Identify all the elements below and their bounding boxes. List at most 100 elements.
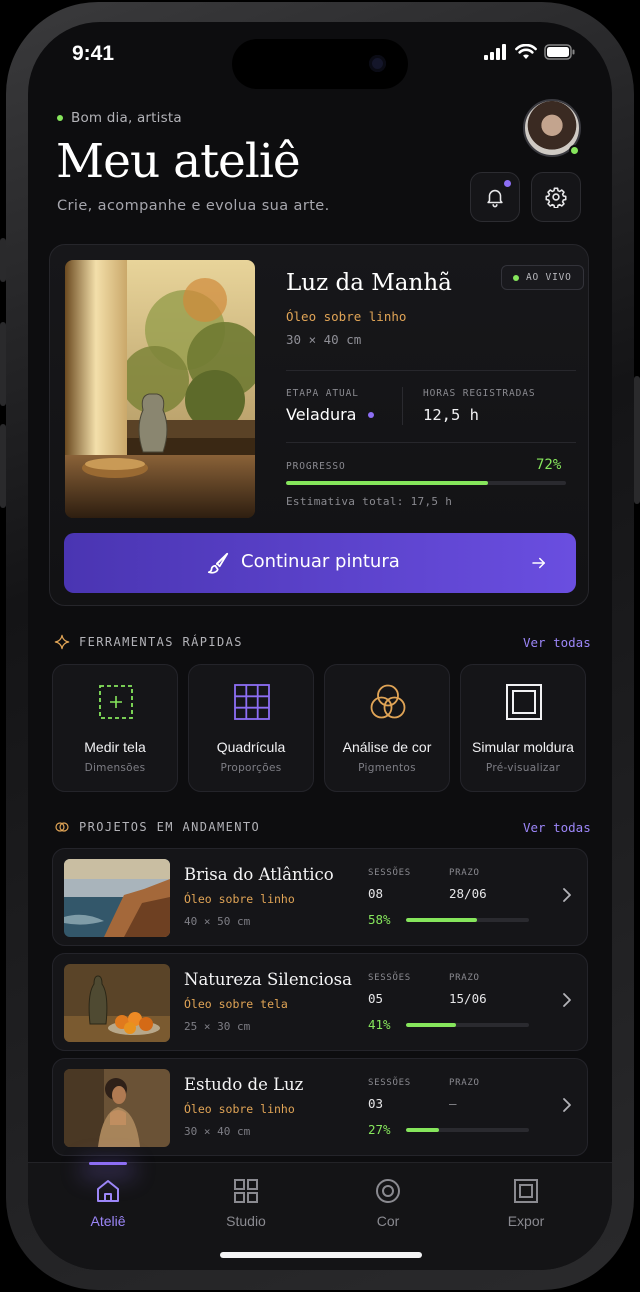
continue-painting-button[interactable]: Continuar pintura <box>64 533 576 593</box>
gear-icon <box>545 187 567 208</box>
notification-dot <box>504 180 511 187</box>
active-tab-indicator <box>89 1162 127 1165</box>
chevron-right-icon <box>563 888 571 902</box>
deadline-label: PRAZO <box>449 973 480 983</box>
divider <box>286 370 576 371</box>
progress-label: PROGRESSO <box>286 461 346 472</box>
current-painting-size: 30 × 40 cm <box>286 332 362 347</box>
projects-see-all-link[interactable]: Ver todas <box>523 820 591 835</box>
home-indicator[interactable] <box>220 1252 422 1258</box>
tab-studio[interactable]: Studio <box>196 1177 296 1229</box>
status-time: 9:41 <box>72 42 115 65</box>
greeting: Bom dia, artista <box>57 110 182 126</box>
deadline-value: 28/06 <box>449 886 487 901</box>
volume-down-button <box>0 424 6 508</box>
tool-subtitle: Dimensões <box>84 762 146 774</box>
action-button <box>0 238 6 282</box>
project-progress-value: 27% <box>368 1122 391 1137</box>
project-thumbnail <box>64 859 170 937</box>
project-card-natureza-silenciosa[interactable]: Natureza Silenciosa Óleo sobre tela 25 ×… <box>52 953 588 1051</box>
divider <box>286 442 576 443</box>
deadline-value: — <box>449 1096 457 1111</box>
project-progress-value: 58% <box>368 912 391 927</box>
projects-section-heading: PROJETOS EM ANDAMENTO <box>54 819 260 835</box>
sessions-value: 03 <box>368 1096 384 1111</box>
stage-dot <box>368 411 375 418</box>
stage-label: ETAPA ATUAL <box>286 388 359 399</box>
project-medium: Óleo sobre tela <box>184 997 288 1011</box>
power-button <box>634 376 640 504</box>
page-subtitle: Crie, acompanhe e evolua sua arte. <box>57 198 330 214</box>
tool-measure-canvas[interactable]: Medir tela Dimensões <box>52 664 178 792</box>
deadline-value: 15/06 <box>449 991 487 1006</box>
current-painting-medium: Óleo sobre linho <box>286 309 407 324</box>
settings-button[interactable] <box>531 172 581 222</box>
tools-section-heading: FERRAMENTAS RÁPIDAS <box>54 634 243 650</box>
sessions-label: SESSÕES <box>368 1078 411 1088</box>
camera-icon <box>369 55 386 72</box>
project-title: Natureza Silenciosa <box>184 970 352 989</box>
sessions-value: 05 <box>368 991 384 1006</box>
project-card-brisa-do-atlantico[interactable]: Brisa do Atlântico Óleo sobre linho 40 ×… <box>52 848 588 946</box>
avatar-status-dot <box>569 145 580 156</box>
sessions-label: SESSÕES <box>368 973 411 983</box>
tab-cor[interactable]: Cor <box>338 1177 438 1229</box>
sparkle-icon <box>54 634 70 650</box>
bell-icon <box>487 189 503 208</box>
projects-section-title: PROJETOS EM ANDAMENTO <box>79 820 261 834</box>
divider-vertical <box>402 387 403 425</box>
tool-subtitle: Pigmentos <box>358 762 416 774</box>
project-progress-value: 41% <box>368 1017 391 1032</box>
tool-title: Medir tela <box>84 739 146 755</box>
deadline-label: PRAZO <box>449 1078 480 1088</box>
volume-up-button <box>0 322 6 406</box>
chevron-right-icon <box>563 993 571 1007</box>
project-size: 40 × 50 cm <box>184 915 251 928</box>
tool-frame-simulation[interactable]: Simular moldura Pré-visualizar <box>460 664 586 792</box>
grid-squares-icon <box>234 1179 258 1203</box>
tool-title: Análise de cor <box>342 739 432 755</box>
continue-painting-label: Continuar pintura <box>241 551 400 572</box>
tab-label: Studio <box>226 1213 266 1229</box>
notifications-button[interactable] <box>470 172 520 222</box>
deadline-label: PRAZO <box>449 868 480 878</box>
sessions-label: SESSÕES <box>368 868 411 878</box>
project-size: 30 × 40 cm <box>184 1125 251 1138</box>
tools-section-title: FERRAMENTAS RÁPIDAS <box>79 635 243 649</box>
current-painting-card: Luz da Manhã AO VIVO Óleo sobre linho 30… <box>49 244 589 606</box>
tools-see-all-link[interactable]: Ver todas <box>523 635 591 650</box>
project-medium: Óleo sobre linho <box>184 1102 295 1116</box>
tool-title: Simular moldura <box>472 739 574 755</box>
project-medium: Óleo sobre linho <box>184 892 295 906</box>
hours-value: 12,5 h <box>423 406 479 424</box>
painting-image-luz-da-manha <box>65 260 255 518</box>
dynamic-island <box>232 39 408 89</box>
tab-expor[interactable]: Expor <box>476 1177 576 1229</box>
online-dot <box>57 115 63 121</box>
projects-icon <box>55 822 69 832</box>
project-card-estudo-de-luz[interactable]: Estudo de Luz Óleo sobre linho 30 × 40 c… <box>52 1058 588 1156</box>
project-title: Brisa do Atlântico <box>184 865 334 884</box>
color-target-icon <box>376 1179 400 1203</box>
tool-grid[interactable]: Quadrícula Proporções <box>188 664 314 792</box>
live-dot <box>513 274 519 281</box>
progress-bar <box>286 481 566 485</box>
page-title: Meu ateliê <box>56 134 301 189</box>
tool-color-analysis[interactable]: Análise de cor Pigmentos <box>324 664 450 792</box>
project-thumbnail <box>64 1069 170 1147</box>
project-progress-fill <box>406 1023 457 1027</box>
home-icon <box>97 1180 119 1202</box>
status-icons <box>484 44 576 60</box>
tab-label: Ateliê <box>90 1213 126 1229</box>
tool-title: Quadrícula <box>216 739 286 755</box>
chevron-right-icon <box>563 1098 571 1112</box>
measure-canvas-icon <box>99 685 133 719</box>
tool-subtitle: Pré-visualizar <box>485 762 561 774</box>
cellular-signal-icon <box>484 44 506 60</box>
tab-atelie[interactable]: Ateliê <box>58 1177 158 1229</box>
hours-label: HORAS REGISTRADAS <box>423 388 536 399</box>
project-title: Estudo de Luz <box>184 1075 304 1094</box>
stage-value-text: Veladura <box>286 405 357 424</box>
app-screen: 9:41 Bom dia, artista Meu ateliê Crie, a… <box>28 22 612 1270</box>
paintbrush-icon <box>207 552 229 574</box>
